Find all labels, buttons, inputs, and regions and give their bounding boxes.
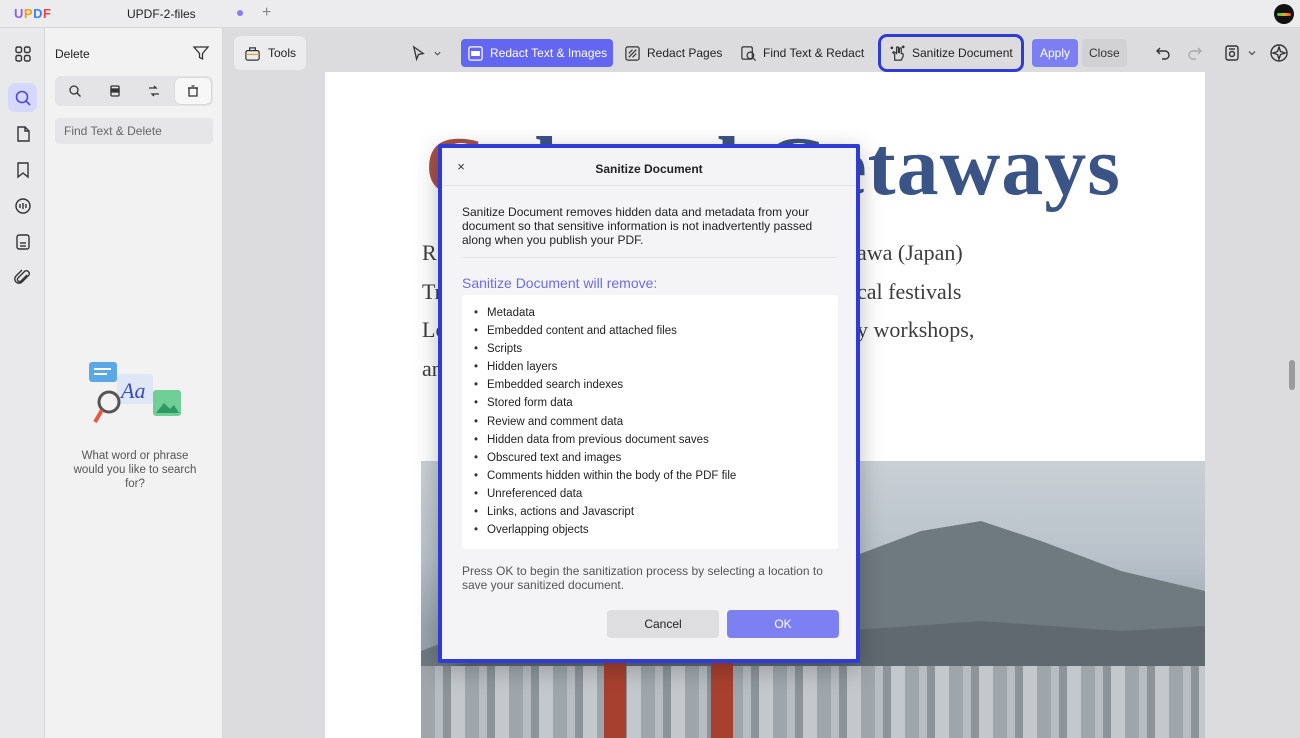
redact-text-images-label: Redact Text & Images <box>490 46 608 60</box>
doc-line-2-end: cal festivals <box>857 279 962 304</box>
list-item: Hidden layers <box>462 358 838 376</box>
search-mode-icon[interactable] <box>57 78 93 104</box>
dialog-divider <box>462 257 838 258</box>
find-text-redact-label: Find Text & Redact <box>763 46 865 60</box>
find-text-redact-button[interactable]: Find Text & Redact <box>734 39 870 67</box>
cursor-icon <box>412 44 425 61</box>
search-icon[interactable] <box>8 83 37 112</box>
doc-line-1-start: R <box>422 240 437 265</box>
sanitize-document-dialog: × Sanitize Document Sanitize Document re… <box>438 144 860 663</box>
list-item: Embedded search indexes <box>462 376 838 394</box>
list-item: Comments hidden within the body of the P… <box>462 467 838 485</box>
cancel-button[interactable]: Cancel <box>607 610 719 638</box>
ai-assistant-icon[interactable] <box>1268 42 1290 64</box>
thumbnails-grid-icon[interactable] <box>8 39 37 68</box>
pages-icon[interactable] <box>8 119 37 148</box>
unsaved-dot-icon <box>237 10 243 16</box>
redact-mode-icon[interactable] <box>97 78 133 104</box>
list-item: Links, actions and Javascript <box>462 503 838 521</box>
filter-icon[interactable] <box>192 44 210 62</box>
select-tool-button[interactable] <box>404 39 448 67</box>
list-item: Embedded content and attached files <box>462 322 838 340</box>
sanitize-document-button[interactable]: Sanitize Document <box>878 34 1024 72</box>
list-item: Scripts <box>462 340 838 358</box>
list-item: Review and comment data <box>462 413 838 431</box>
list-item: Stored form data <box>462 394 838 412</box>
replace-mode-icon[interactable] <box>136 78 172 104</box>
undo-icon[interactable] <box>1154 44 1172 62</box>
sanitize-document-label: Sanitize Document <box>912 46 1013 60</box>
dialog-divider <box>442 185 856 186</box>
chevron-down-icon <box>434 51 441 56</box>
dialog-title: Sanitize Document <box>595 162 703 176</box>
close-button[interactable]: Close <box>1082 39 1127 67</box>
list-item: Metadata <box>462 304 838 322</box>
vertical-scrollbar[interactable] <box>1289 360 1295 390</box>
redact-toolbar: Redact Text & Images Redact Pages Find T… <box>396 34 1132 72</box>
redact-pages-button[interactable]: Redact Pages <box>618 39 728 67</box>
dialog-subtitle: Sanitize Document will remove: <box>462 275 658 291</box>
find-text-delete-input[interactable] <box>55 118 213 144</box>
comments-icon[interactable] <box>8 191 37 220</box>
stamp-icon[interactable] <box>8 227 37 256</box>
doc-line-1-end: awa (Japan) <box>857 240 963 265</box>
bookmark-icon[interactable] <box>8 155 37 184</box>
list-item: Overlapping objects <box>462 521 838 539</box>
panel-title: Delete <box>55 47 90 61</box>
title-bar: UPDF UPDF-2-files + <box>0 0 1300 28</box>
toolbox-icon <box>245 46 260 61</box>
remove-items-list: Metadata Embedded content and attached f… <box>462 295 838 549</box>
redo-icon[interactable] <box>1186 44 1204 62</box>
redact-text-images-button[interactable]: Redact Text & Images <box>461 39 614 67</box>
chevron-down-icon[interactable] <box>1247 44 1257 62</box>
torii-post-right <box>711 661 733 738</box>
delete-mode-icon[interactable] <box>175 78 211 104</box>
tools-label: Tools <box>268 46 297 60</box>
list-item: Hidden data from previous document saves <box>462 431 838 449</box>
search-illustration-icon: Aa <box>89 362 181 424</box>
sanitize-hand-icon <box>890 45 905 61</box>
torii-post-left <box>604 661 626 738</box>
dialog-note: Press OK to begin the sanitization proce… <box>462 564 823 592</box>
document-tab-title[interactable]: UPDF-2-files <box>127 7 196 21</box>
panel-mode-segmented-control <box>55 76 213 106</box>
save-icon[interactable] <box>1223 44 1241 62</box>
list-item: Obscured text and images <box>462 449 838 467</box>
city-skyline <box>421 666 1205 738</box>
apply-button[interactable]: Apply <box>1032 39 1079 67</box>
attachment-icon[interactable] <box>8 263 37 292</box>
app-logo: UPDF <box>14 6 52 21</box>
redact-pages-label: Redact Pages <box>647 46 723 60</box>
avatar[interactable] <box>1274 4 1294 24</box>
tools-button[interactable]: Tools <box>234 36 306 70</box>
right-toolbar <box>1146 36 1292 70</box>
list-item: Unreferenced data <box>462 485 838 503</box>
redact-text-icon <box>468 45 483 61</box>
left-panel: Delete Aa What word or phrase would you … <box>45 28 223 738</box>
svg-text:Aa: Aa <box>119 378 145 403</box>
doc-line-3-end: y workshops, <box>857 317 975 342</box>
redact-pages-icon <box>625 45 640 61</box>
empty-state-message: What word or phrase would you like to se… <box>73 450 197 490</box>
new-tab-plus-icon[interactable]: + <box>262 4 271 22</box>
left-icon-rail <box>0 28 45 738</box>
dialog-description: Sanitize Document removes hidden data an… <box>462 205 813 247</box>
find-redact-icon <box>741 45 757 61</box>
ok-button[interactable]: OK <box>727 610 839 638</box>
